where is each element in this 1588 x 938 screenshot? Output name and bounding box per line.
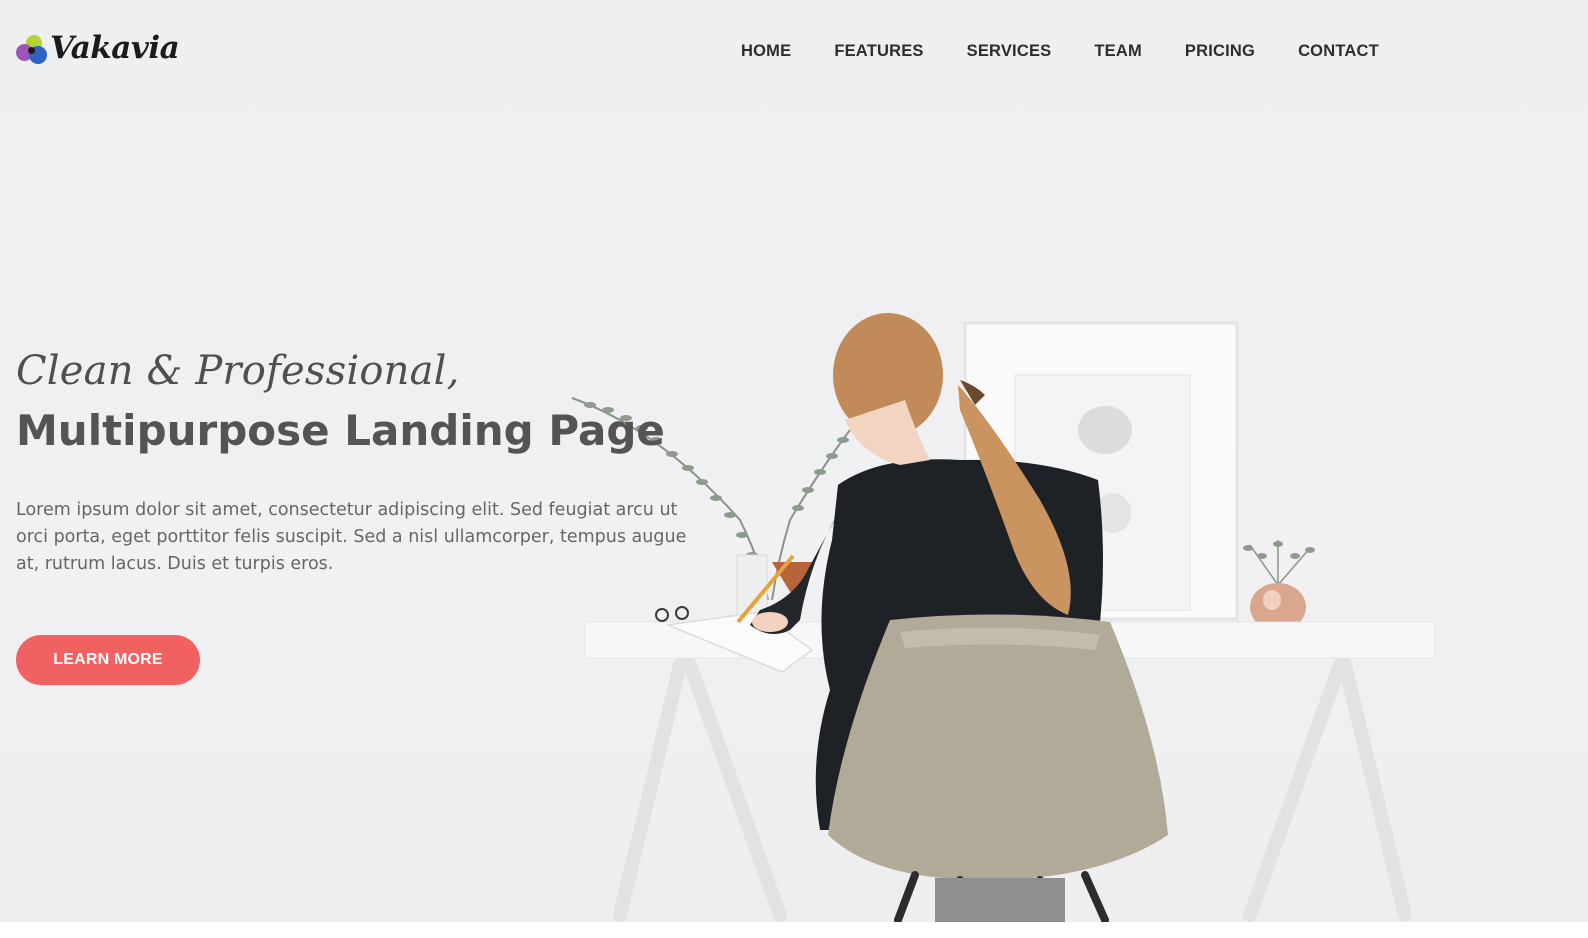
- brand-logo[interactable]: Vakavia: [16, 30, 180, 66]
- main-nav: HOME FEATURES SERVICES TEAM PRICING CONT…: [741, 42, 1379, 61]
- nav-contact[interactable]: CONTACT: [1298, 42, 1379, 61]
- hero-section: Vakavia HOME FEATURES SERVICES TEAM PRIC…: [0, 0, 1588, 922]
- nav-services[interactable]: SERVICES: [967, 42, 1052, 61]
- nav-features[interactable]: FEATURES: [834, 42, 923, 61]
- logo-mark-icon: [16, 31, 48, 65]
- learn-more-button[interactable]: LEARN MORE: [16, 635, 200, 685]
- nav-team[interactable]: TEAM: [1094, 42, 1142, 61]
- page-bottom-strip: [0, 922, 1588, 938]
- hero-description: Lorem ipsum dolor sit amet, consectetur …: [16, 500, 687, 574]
- hero-background-photo: [571, 313, 1436, 922]
- nav-home[interactable]: HOME: [741, 42, 791, 61]
- brand-name: Vakavia: [50, 30, 180, 66]
- nav-pricing[interactable]: PRICING: [1185, 42, 1255, 61]
- hero-title: Multipurpose Landing Page: [16, 406, 665, 455]
- hero-subtitle: Clean & Professional,: [16, 348, 460, 394]
